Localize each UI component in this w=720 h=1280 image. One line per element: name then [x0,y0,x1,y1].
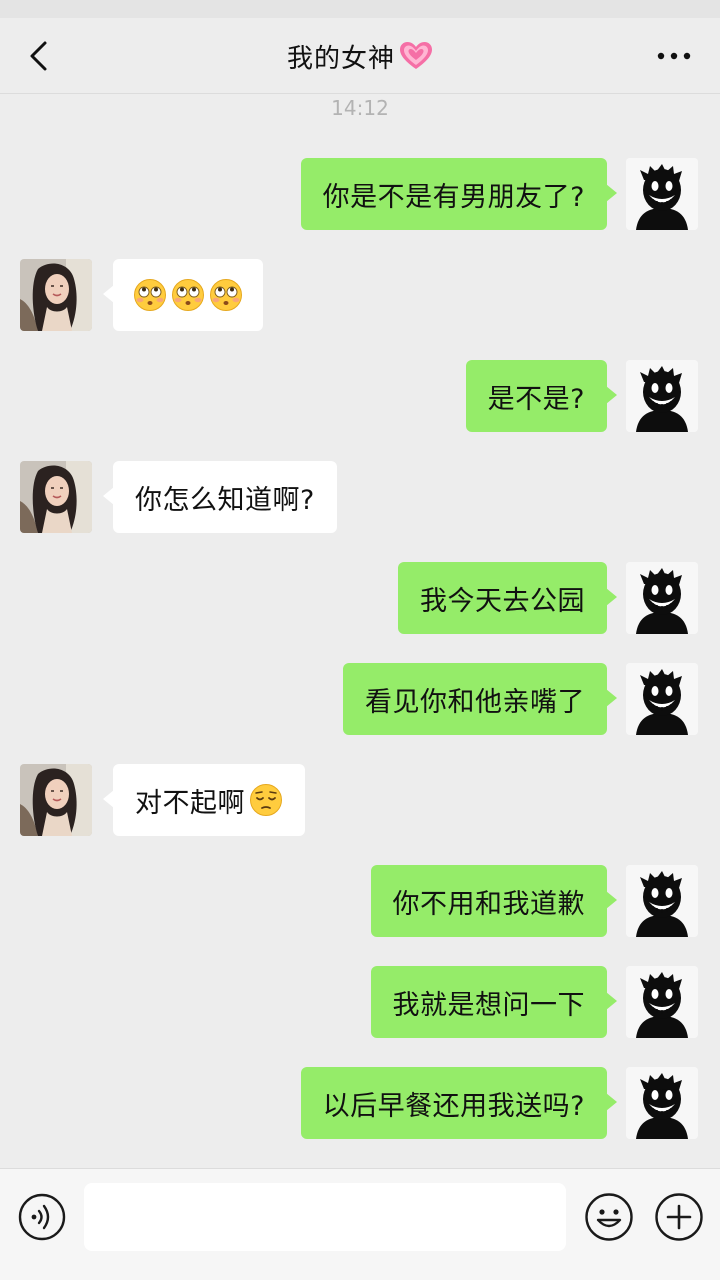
contact-avatar[interactable] [20,764,92,836]
my-avatar[interactable] [626,865,698,937]
message-text: 我就是想问一下 [392,989,585,1021]
message-bubble[interactable]: 我就是想问一下 [370,966,617,1038]
my-avatar[interactable] [626,966,698,1038]
more-dots-icon [657,52,691,60]
chat-title: 我的女神 [286,43,395,74]
more-button[interactable] [656,44,692,68]
message-text: 对不起啊 [135,787,245,819]
pensive-face-emoji [249,783,283,817]
message-text: 我今天去公园 [420,585,585,617]
message-bubble[interactable]: 看见你和他亲嘴了 [343,663,617,735]
chat-message [0,259,720,331]
plus-icon [655,1193,703,1241]
chat-message: 你怎么知道啊? [0,461,720,533]
chat-message: 你不用和我道歉 [0,865,720,937]
message-bubble[interactable]: 你不用和我道歉 [370,865,617,937]
my-avatar[interactable] [626,562,698,634]
message-bubble[interactable]: 你怎么知道啊? [103,461,337,533]
message-text: 你是不是有男朋友了? [322,181,585,213]
voice-icon [18,1193,66,1241]
status-strip [0,0,720,18]
message-text: 以后早餐还用我送吗? [322,1090,585,1122]
chat-message: 看见你和他亲嘴了 [0,663,720,735]
flushed-face-emoji [171,278,205,312]
message-text: 你不用和我道歉 [392,888,585,920]
message-bubble[interactable] [103,259,263,331]
my-avatar[interactable] [626,1067,698,1139]
emoji-icon [585,1193,633,1241]
flushed-face-emoji [133,278,167,312]
message-bubble[interactable]: 你是不是有男朋友了? [300,158,618,230]
timestamp: 14:12 [331,96,389,120]
message-bubble[interactable]: 是不是? [465,360,618,432]
voice-button[interactable] [18,1193,66,1241]
input-bar [0,1168,720,1280]
message-bubble[interactable]: 以后早餐还用我送吗? [300,1067,618,1139]
chat-message: 我就是想问一下 [0,966,720,1038]
chat-message: 我今天去公园 [0,562,720,634]
chat-message: 对不起啊 [0,764,720,836]
plus-button[interactable] [654,1192,704,1242]
contact-avatar[interactable] [20,461,92,533]
heart-icon [400,42,432,69]
message-text: 看见你和他亲嘴了 [365,686,585,718]
message-input[interactable] [84,1183,566,1251]
emoji-button[interactable] [584,1192,634,1242]
chat-message: 是不是? [0,360,720,432]
message-text: 是不是? [487,383,585,415]
chat-message: 你是不是有男朋友了? [0,158,720,230]
message-text: 你怎么知道啊? [135,484,315,516]
message-bubble[interactable]: 对不起啊 [103,764,305,836]
chat-header: 我的女神 [0,18,720,94]
contact-avatar[interactable] [20,259,92,331]
my-avatar[interactable] [626,158,698,230]
my-avatar[interactable] [626,360,698,432]
message-bubble[interactable]: 我今天去公园 [398,562,617,634]
flushed-face-emoji [209,278,243,312]
chat-message: 以后早餐还用我送吗? [0,1067,720,1139]
my-avatar[interactable] [626,663,698,735]
